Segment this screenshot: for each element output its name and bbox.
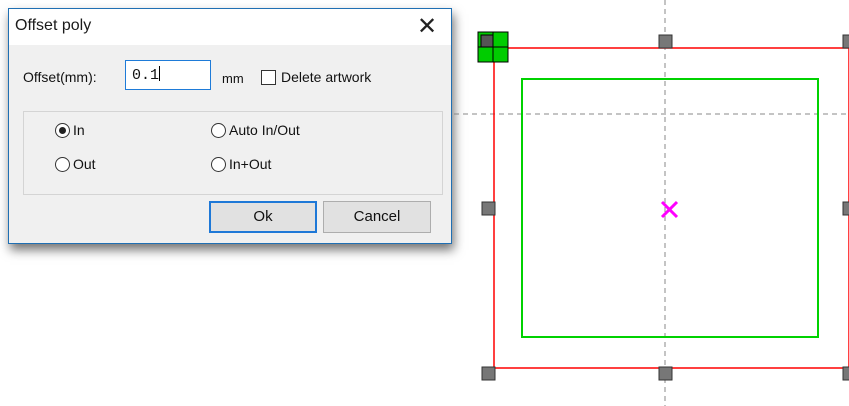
- offset-label: Offset(mm):: [23, 69, 97, 85]
- bottom-middle-handle[interactable]: [658, 366, 673, 381]
- bottom-right-handle[interactable]: [842, 366, 849, 381]
- dialog-title: Offset poly: [15, 17, 92, 34]
- radio-auto-in-out-label[interactable]: Auto In/Out: [229, 122, 300, 138]
- middle-left-handle[interactable]: [481, 201, 496, 216]
- radio-in-plus-out[interactable]: [211, 157, 226, 172]
- close-icon[interactable]: ✕: [413, 11, 441, 41]
- bottom-left-handle[interactable]: [481, 366, 496, 381]
- radio-in[interactable]: [55, 123, 70, 138]
- offset-poly-dialog: Offset poly ✕ Offset(mm): 0.1 mm Delete …: [8, 8, 452, 244]
- radio-auto-in-out[interactable]: [211, 123, 226, 138]
- offset-value: 0.1: [132, 67, 160, 84]
- radio-out-label[interactable]: Out: [73, 156, 96, 172]
- x-mark-icon: [660, 200, 679, 219]
- top-right-handle[interactable]: [842, 34, 849, 49]
- offset-input[interactable]: 0.1: [125, 60, 211, 90]
- middle-right-handle[interactable]: [842, 201, 849, 216]
- unit-label: mm: [222, 71, 244, 86]
- delete-artwork-label[interactable]: Delete artwork: [281, 69, 371, 85]
- ok-button[interactable]: Ok: [209, 201, 317, 233]
- radio-in-label[interactable]: In: [73, 122, 85, 138]
- dialog-titlebar: Offset poly ✕: [9, 9, 451, 45]
- top-middle-handle[interactable]: [658, 34, 673, 49]
- radio-in-plus-out-label[interactable]: In+Out: [229, 156, 271, 172]
- text-caret: [159, 66, 161, 81]
- cancel-button[interactable]: Cancel: [323, 201, 431, 233]
- design-canvas[interactable]: [454, 0, 849, 406]
- delete-artwork-checkbox[interactable]: [261, 70, 276, 85]
- radio-out[interactable]: [55, 157, 70, 172]
- top-left-handle[interactable]: [477, 31, 509, 63]
